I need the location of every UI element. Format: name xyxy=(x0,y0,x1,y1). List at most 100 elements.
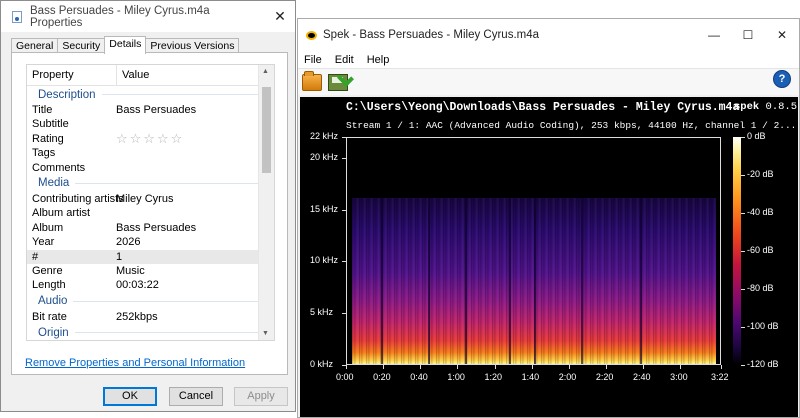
property-row-comments[interactable]: Comments xyxy=(27,161,274,175)
colorbar-tick xyxy=(741,137,745,138)
app-version: 0.8.5 xyxy=(765,101,798,113)
colorbar-tick-label: -120 dB xyxy=(747,359,779,369)
close-icon[interactable]: ✕ xyxy=(265,8,295,25)
file-path-label: C:\Users\Yeong\Downloads\Bass Persuades … xyxy=(346,101,740,114)
spek-title: Spek - Bass Persuades - Miley Cyrus.m4a xyxy=(323,29,540,41)
x-tick-label: 1:00 xyxy=(447,372,465,382)
property-key: Tags xyxy=(32,147,56,160)
menu-help[interactable]: Help xyxy=(367,54,390,66)
property-row-album-artist[interactable]: Album artist xyxy=(27,206,274,220)
x-tick xyxy=(420,365,422,369)
colorbar-tick xyxy=(741,251,745,252)
property-row-tags[interactable]: Tags xyxy=(27,146,274,160)
divider xyxy=(75,182,268,184)
property-key: Contributing artists xyxy=(32,192,124,205)
colorbar-tick-label: -80 dB xyxy=(747,283,774,293)
property-row-album[interactable]: Album Bass Persuades xyxy=(27,221,274,235)
property-row-contributing-artists[interactable]: Contributing artists Miley Cyrus xyxy=(27,192,274,206)
vertical-scrollbar[interactable]: ▲ ▼ xyxy=(258,65,274,340)
scroll-up-icon[interactable]: ▲ xyxy=(262,68,269,75)
x-tick-label: 2:40 xyxy=(633,372,651,382)
group-label: Description xyxy=(38,88,96,101)
minimize-icon[interactable]: — xyxy=(697,28,731,42)
property-value: Miley Cyrus xyxy=(116,192,174,205)
spectrogram-canvas: C:\Users\Yeong\Downloads\Bass Persuades … xyxy=(300,97,798,417)
group-audio: Audio xyxy=(27,293,274,310)
x-tick-label: 0:00 xyxy=(336,372,354,382)
ok-button[interactable]: OK xyxy=(103,387,157,406)
property-value: Bass Persuades xyxy=(116,104,197,116)
spek-app-icon xyxy=(306,30,317,40)
open-folder-icon[interactable] xyxy=(302,70,322,91)
column-header-property[interactable]: Property xyxy=(27,65,117,85)
y-tick-label: 5 kHz xyxy=(310,307,334,318)
colorbar-tick xyxy=(741,327,745,328)
group-label: Media xyxy=(38,177,70,190)
property-row-bit-rate[interactable]: Bit rate 252kbps xyxy=(27,310,274,324)
y-tick-label: 0 kHz xyxy=(310,359,334,369)
property-value xyxy=(111,146,116,160)
property-key: Bit rate xyxy=(32,310,67,323)
property-row-rating[interactable]: Rating ☆☆☆☆☆ xyxy=(27,131,274,146)
y-tick xyxy=(342,261,346,263)
y-tick-label: 22 kHz xyxy=(310,131,339,141)
remove-properties-link[interactable]: Remove Properties and Personal Informati… xyxy=(25,357,245,369)
colorbar-tick-label: -40 dB xyxy=(747,207,774,217)
rating-stars[interactable]: ☆☆☆☆☆ xyxy=(111,131,184,146)
close-icon[interactable]: ✕ xyxy=(765,28,799,42)
y-tick-label: 10 kHz xyxy=(310,255,339,266)
stream-info: Stream 1 / 1: AAC (Advanced Audio Coding… xyxy=(346,120,797,131)
spek-window: Spek - Bass Persuades - Miley Cyrus.m4a … xyxy=(297,18,800,418)
property-grid[interactable]: Property Value Description Title Bass Per… xyxy=(26,64,275,341)
scroll-down-icon[interactable]: ▼ xyxy=(262,330,269,337)
colorbar-tick xyxy=(741,175,745,176)
apply-button[interactable]: Apply xyxy=(234,387,288,406)
property-key: Genre xyxy=(32,264,63,277)
property-row-track-number[interactable]: #1 xyxy=(27,249,274,264)
property-row-genre[interactable]: Genre Music xyxy=(27,264,274,278)
property-value xyxy=(111,161,116,175)
x-tick-label: 3:22 xyxy=(711,372,729,382)
spectrogram-gap xyxy=(464,198,467,364)
menu-file[interactable]: File xyxy=(304,54,322,66)
property-key: Rating xyxy=(32,132,64,145)
cancel-button[interactable]: Cancel xyxy=(169,387,223,406)
property-value xyxy=(111,206,116,220)
x-tick-label: 1:40 xyxy=(521,372,540,382)
properties-title: Bass Persuades - Miley Cyrus.m4a Propert… xyxy=(30,4,210,29)
save-image-icon[interactable] xyxy=(328,73,348,91)
property-row-subtitle[interactable]: Subtitle xyxy=(27,117,274,131)
colorbar-tick xyxy=(741,213,745,214)
group-media: Media xyxy=(27,175,274,192)
x-tick-label: 0:40 xyxy=(410,372,428,382)
x-tick xyxy=(605,365,607,369)
property-key: Title xyxy=(32,104,53,116)
tab-details[interactable]: Details xyxy=(104,36,147,54)
app-name: spek xyxy=(734,101,760,113)
divider xyxy=(74,332,268,334)
toolbar xyxy=(298,68,799,95)
property-row-length[interactable]: Length 00:03:22 xyxy=(27,278,274,292)
property-value: 252kbps xyxy=(116,310,158,323)
group-label: Audio xyxy=(38,295,68,308)
property-row-title[interactable]: Title Bass Persuades xyxy=(27,103,274,117)
help-icon[interactable]: ? xyxy=(773,70,791,88)
menu-edit[interactable]: Edit xyxy=(335,54,354,66)
column-header-value[interactable]: Value xyxy=(117,65,149,85)
properties-titlebar[interactable]: Bass Persuades - Miley Cyrus.m4a Propert… xyxy=(1,1,295,32)
spek-titlebar[interactable]: Spek - Bass Persuades - Miley Cyrus.m4a … xyxy=(298,19,799,51)
colorbar-tick-label: -20 dB xyxy=(747,169,774,179)
group-description: Description xyxy=(27,86,274,103)
property-key: Album artist xyxy=(32,207,91,220)
colorbar-tick-label: -100 dB xyxy=(747,321,779,331)
scrollbar-thumb[interactable] xyxy=(262,87,271,173)
maximize-icon[interactable]: ☐ xyxy=(731,28,765,42)
property-value: 2026 xyxy=(116,236,141,249)
spectrogram-heatmap xyxy=(352,198,716,364)
property-key: Comments xyxy=(32,161,86,174)
app-brand: spek 0.8.5 xyxy=(734,101,797,113)
y-tick xyxy=(342,209,346,211)
x-tick xyxy=(494,365,496,369)
spectrogram-gap xyxy=(581,198,584,364)
property-row-year[interactable]: Year 2026 xyxy=(27,235,274,249)
